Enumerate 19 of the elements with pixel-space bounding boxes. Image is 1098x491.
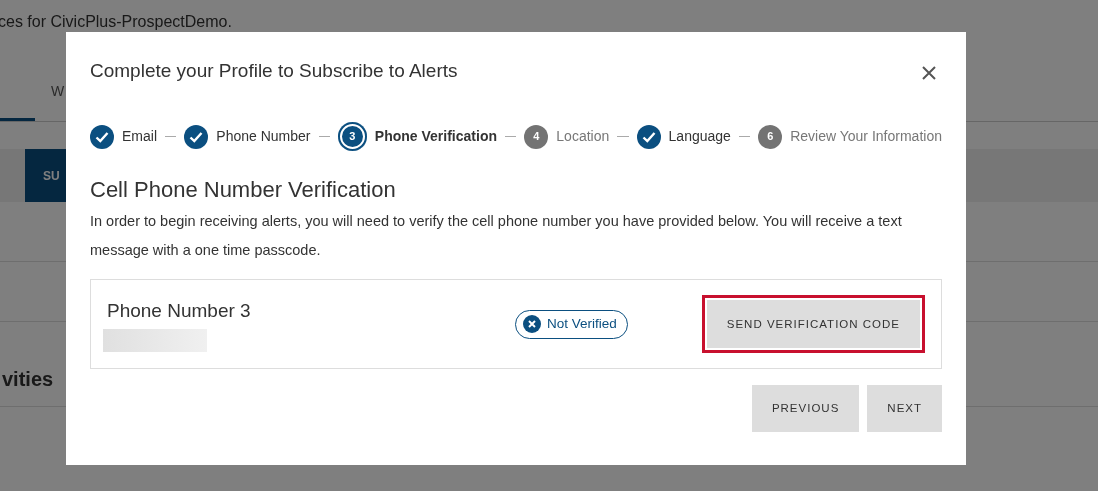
step-label: Phone Number — [216, 127, 311, 146]
subscribe-button[interactable]: SU — [25, 149, 66, 202]
step-label: Location — [556, 127, 610, 146]
step-number: 4 — [524, 124, 549, 149]
step-label: Language — [668, 127, 731, 146]
description-text: In order to begin receiving alerts, you will need to verify the cell phone number you have provided below. You will receive a text message with a one time passcode. — [90, 212, 903, 261]
step-label: Email — [122, 127, 157, 146]
tab[interactable]: W — [35, 81, 65, 102]
step-label: Review Your Information — [790, 127, 942, 146]
nav-button[interactable]: NEXT — [867, 385, 942, 433]
nav-button[interactable]: PREVIOUS — [751, 385, 860, 433]
phone-label: Phone Number 3 — [107, 298, 251, 323]
close-icon — [523, 315, 541, 334]
modal-title: Complete your Profile to Subscribe to Alerts — [90, 60, 458, 83]
section-heading: Cell Phone Number Verification — [90, 177, 397, 204]
send-code-button[interactable]: SEND VERIFICATION CODE — [706, 300, 920, 349]
step-number: 3 — [337, 122, 367, 151]
step-label: Phone Verification — [374, 127, 497, 146]
step-number: 6 — [758, 124, 783, 149]
